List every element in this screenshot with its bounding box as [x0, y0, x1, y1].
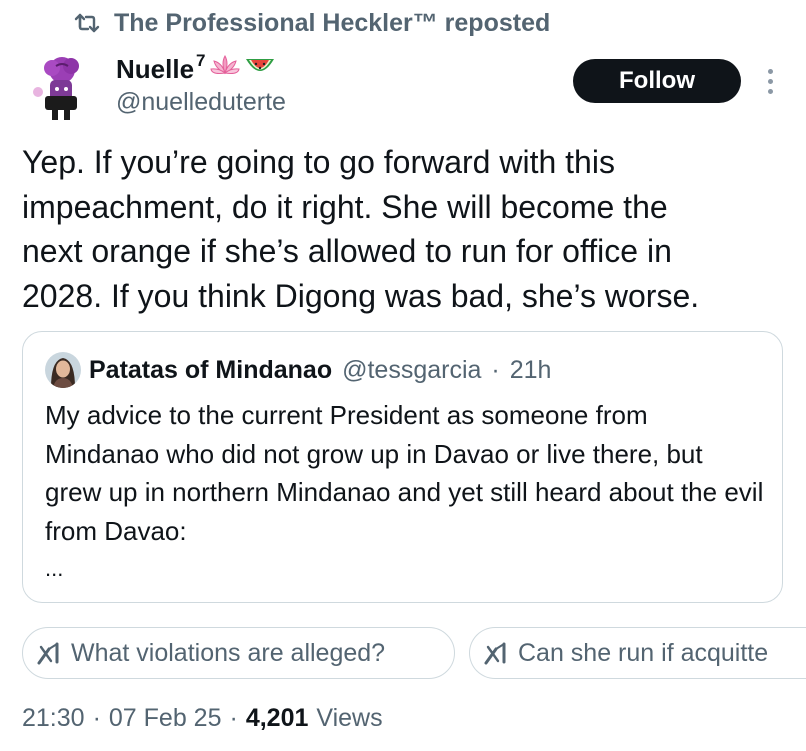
- repost-icon: [74, 12, 100, 34]
- suggestion-label: Can she run if acquitte: [518, 638, 769, 667]
- meta-separator: ·: [92, 703, 101, 732]
- views-count[interactable]: 4,201: [246, 704, 309, 733]
- author-name-superscript: 7: [196, 51, 206, 70]
- quoted-tweet-header: Patatas of Mindanao @tessgarcia · 21h: [89, 352, 551, 388]
- quoted-tweet-card[interactable]: Patatas of Mindanao @tessgarcia · 21h My…: [22, 331, 783, 603]
- repost-header[interactable]: The Professional Heckler™ reposted: [74, 6, 550, 40]
- quoted-author-handle[interactable]: @tessgarcia: [342, 356, 481, 385]
- tweet-meta: 21:30 · 07 Feb 25 · 4,201 Views: [22, 700, 383, 736]
- quoted-separator: ·: [491, 355, 500, 384]
- suggestion-label: What violations are alleged?: [71, 638, 386, 667]
- follow-button[interactable]: Follow: [573, 59, 741, 103]
- more-options-icon[interactable]: [760, 64, 780, 98]
- author-handle[interactable]: @nuelleduterte: [116, 88, 286, 117]
- author-name-text: Nuelle: [116, 53, 195, 84]
- author-name[interactable]: Nuelle 7: [116, 51, 276, 86]
- tweet-text: Yep. If you’re going to go forward with …: [22, 144, 700, 314]
- quoted-tweet-text: My advice to the current President as so…: [45, 400, 764, 546]
- quoted-ellipsis: ...: [45, 556, 64, 581]
- suggestion-chip[interactable]: Can she run if acquitte: [469, 627, 806, 679]
- repost-text: The Professional Heckler™ reposted: [114, 8, 551, 37]
- grok-icon: [37, 641, 63, 665]
- grok-suggestions: What violations are alleged? Can she run…: [22, 627, 806, 681]
- suggestion-chip[interactable]: What violations are alleged?: [22, 627, 455, 679]
- grok-icon: [484, 641, 510, 665]
- quoted-time[interactable]: 21h: [510, 356, 552, 385]
- meta-separator: ·: [229, 703, 238, 732]
- tweet-time[interactable]: 21:30: [22, 704, 85, 733]
- quoted-author-avatar[interactable]: [45, 352, 81, 388]
- views-label: Views: [316, 703, 383, 732]
- author-avatar[interactable]: [22, 52, 98, 128]
- quoted-author-name[interactable]: Patatas of Mindanao: [89, 356, 332, 385]
- tweet-date[interactable]: 07 Feb 25: [109, 704, 222, 733]
- lotus-emoji: [209, 53, 240, 86]
- watermelon-emoji: [244, 53, 276, 86]
